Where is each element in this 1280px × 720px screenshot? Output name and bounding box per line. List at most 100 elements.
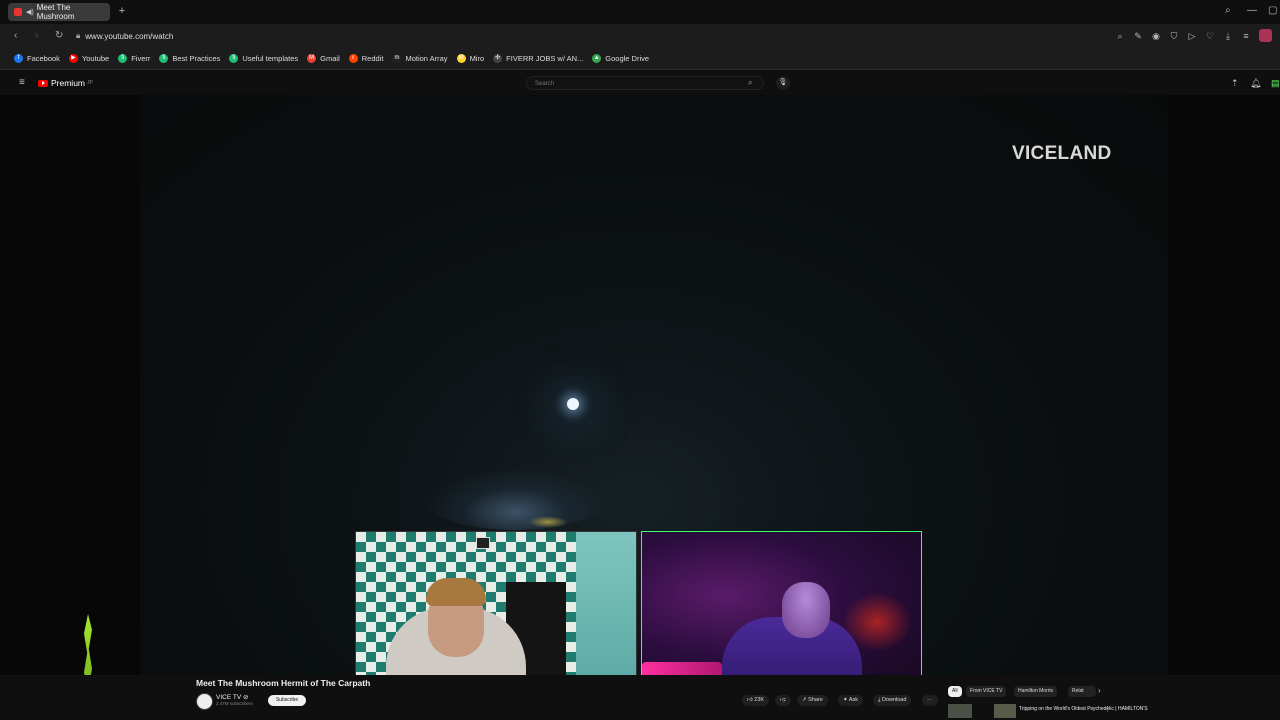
bookmarks-bar: f Facebook ▶ Youtube fi Fiverr fi Best Practice… bbox=[0, 48, 1280, 70]
more-actions-button[interactable]: ··· bbox=[922, 695, 938, 706]
channel-avatar[interactable] bbox=[196, 693, 213, 710]
bookmark-label: Google Drive bbox=[605, 54, 650, 63]
subscribe-button[interactable]: Subscribe bbox=[268, 695, 306, 706]
teal-wall bbox=[576, 532, 636, 690]
edit-icon[interactable]: ✎ bbox=[1133, 30, 1143, 42]
person-hair bbox=[426, 578, 486, 606]
ask-label: Ask bbox=[848, 697, 859, 703]
share-label: Share bbox=[808, 697, 823, 703]
lens-icon[interactable]: ⌕ bbox=[1115, 30, 1125, 42]
bookmark-favicon-icon: fi bbox=[159, 54, 169, 63]
bookmark-item[interactable]: fi Fiverr bbox=[118, 54, 150, 63]
download-icon[interactable]: ⤓ bbox=[1223, 30, 1233, 42]
browser-tab-strip bbox=[0, 0, 1280, 24]
url-text: www.youtube.com/watch bbox=[85, 31, 174, 41]
like-button[interactable]: 👍︎ 23K bbox=[742, 695, 770, 706]
video-ground-glow bbox=[425, 470, 605, 530]
video-info-bar bbox=[0, 675, 1280, 720]
bookmark-favicon-icon: f bbox=[14, 54, 23, 63]
youtube-play-icon bbox=[38, 79, 48, 87]
bookmark-favicon-icon: fi bbox=[229, 54, 239, 63]
bookmark-label: Fiverr bbox=[131, 54, 151, 63]
logo-text: Premium bbox=[51, 78, 86, 88]
forward-icon[interactable]: › bbox=[35, 29, 38, 43]
bookmark-favicon-icon: r bbox=[348, 54, 358, 63]
back-icon[interactable]: ‹ bbox=[14, 29, 17, 43]
share-button[interactable]: ↗ Share bbox=[797, 695, 828, 706]
upload-icon[interactable]: ⇡ bbox=[1231, 78, 1239, 88]
bookmark-label: Useful templates bbox=[242, 54, 299, 63]
webcam-left bbox=[355, 531, 637, 691]
tab-title: Meet The Mushroom bbox=[36, 3, 75, 21]
search-tabs-icon[interactable]: ⌕ bbox=[1225, 5, 1231, 17]
bookmark-favicon-icon: M bbox=[456, 54, 466, 63]
speaker-icon[interactable]: ◀) bbox=[26, 8, 34, 16]
recommended-more-icon[interactable]: ⋮ bbox=[1104, 705, 1111, 713]
address-bar[interactable]: 🔒︎ www.youtube.com/watch bbox=[70, 28, 1110, 44]
dislike-button[interactable]: 👎︎ bbox=[775, 695, 791, 706]
reload-icon[interactable]: ↻ bbox=[55, 29, 63, 43]
maximize-icon[interactable]: ▢ bbox=[1268, 5, 1277, 17]
video-title: Meet The Mushroom Hermit of The Carpath bbox=[196, 678, 371, 688]
bookmark-item[interactable]: r Reddit bbox=[348, 54, 384, 63]
chip-related[interactable]: Relat bbox=[1068, 686, 1096, 697]
chip-hamilton-morris[interactable]: Hamilton Morris bbox=[1014, 686, 1058, 697]
account-icon[interactable]: ▤ bbox=[1271, 78, 1280, 88]
bookmark-item[interactable]: ▶ Youtube bbox=[68, 54, 110, 63]
browser-tab[interactable]: ◀) Meet The Mushroom bbox=[8, 3, 110, 21]
shield-icon[interactable]: ⛉ bbox=[1169, 30, 1179, 42]
bookmark-label: Best Practices bbox=[172, 54, 221, 63]
viceland-watermark: VICELAND bbox=[1012, 143, 1112, 164]
bookmark-label: Motion Array bbox=[405, 54, 448, 63]
new-tab-button[interactable]: + bbox=[116, 5, 128, 17]
dislike-icon: 👎︎ bbox=[780, 697, 786, 703]
recommended-thumbnail[interactable] bbox=[994, 704, 1016, 718]
minimize-icon[interactable]: — bbox=[1247, 5, 1257, 17]
bookmark-label: Gmail bbox=[320, 54, 340, 63]
bookmark-item[interactable]: fi Best Practices bbox=[159, 54, 220, 63]
bookmark-item[interactable]: f Facebook bbox=[14, 54, 60, 63]
bookmark-item[interactable]: M Gmail bbox=[307, 54, 340, 63]
recommended-thumbnail[interactable] bbox=[948, 704, 972, 718]
play-extension-icon[interactable]: ▷ bbox=[1187, 30, 1197, 42]
chip-from-channel[interactable]: From VICE TV bbox=[966, 686, 1007, 697]
bookmark-item[interactable]: M Miro bbox=[456, 54, 485, 63]
chip-next-icon[interactable]: › bbox=[1098, 686, 1101, 695]
ask-button[interactable]: ✦ Ask bbox=[838, 695, 864, 706]
bookmark-label: FIVERR JOBS w/ AN... bbox=[506, 54, 584, 63]
bookmark-favicon-icon: ✣ bbox=[493, 54, 503, 63]
webcam-right bbox=[641, 531, 922, 691]
bookmark-item[interactable]: ✣ FIVERR JOBS w/ AN... bbox=[493, 54, 583, 63]
camera-icon[interactable]: ◉ bbox=[1151, 30, 1161, 42]
bookmark-item[interactable]: ▲ Google Drive bbox=[592, 54, 649, 63]
channel-name[interactable]: VICE TV ⊘ bbox=[216, 693, 248, 701]
bookmark-item[interactable]: m Motion Array bbox=[392, 54, 448, 63]
video-headlamp-light bbox=[567, 398, 579, 410]
video-yellow-light bbox=[528, 516, 568, 528]
bookmark-label: Facebook bbox=[27, 54, 60, 63]
chip-all[interactable]: All bbox=[948, 686, 962, 697]
channel-subscribers: 2.47M subscribers bbox=[216, 701, 253, 706]
hamburger-menu-icon[interactable]: ≡ bbox=[19, 77, 25, 89]
bookmark-label: Youtube bbox=[81, 54, 110, 63]
bookmark-favicon-icon: m bbox=[392, 54, 402, 63]
bookmark-item[interactable]: fi Useful templates bbox=[229, 54, 298, 63]
left-padding bbox=[0, 95, 140, 675]
person-head bbox=[782, 582, 830, 638]
heart-icon[interactable]: ♡ bbox=[1205, 30, 1215, 42]
bookmark-favicon-icon: M bbox=[307, 54, 317, 63]
menu-icon[interactable]: ≡ bbox=[1241, 30, 1251, 42]
search-input[interactable]: Search bbox=[526, 76, 764, 90]
microphone-icon[interactable]: 🎙︎ bbox=[776, 76, 790, 90]
download-button[interactable]: ⤓ Download bbox=[873, 695, 912, 706]
bookmark-label: Reddit bbox=[361, 54, 384, 63]
recommended-title[interactable]: Tripping on the World's Oldest Psychedel… bbox=[1019, 706, 1148, 712]
bookmark-label: Miro bbox=[469, 54, 485, 63]
profile-avatar[interactable] bbox=[1259, 29, 1272, 42]
download-label: Download bbox=[881, 697, 907, 703]
youtube-premium-logo[interactable]: Premium JP bbox=[38, 78, 93, 88]
right-padding bbox=[1168, 95, 1280, 675]
notification-bell-icon[interactable]: 🔔︎ bbox=[1250, 78, 1261, 88]
logo-country: JP bbox=[87, 80, 93, 86]
search-icon[interactable]: ⌕ bbox=[748, 78, 752, 88]
